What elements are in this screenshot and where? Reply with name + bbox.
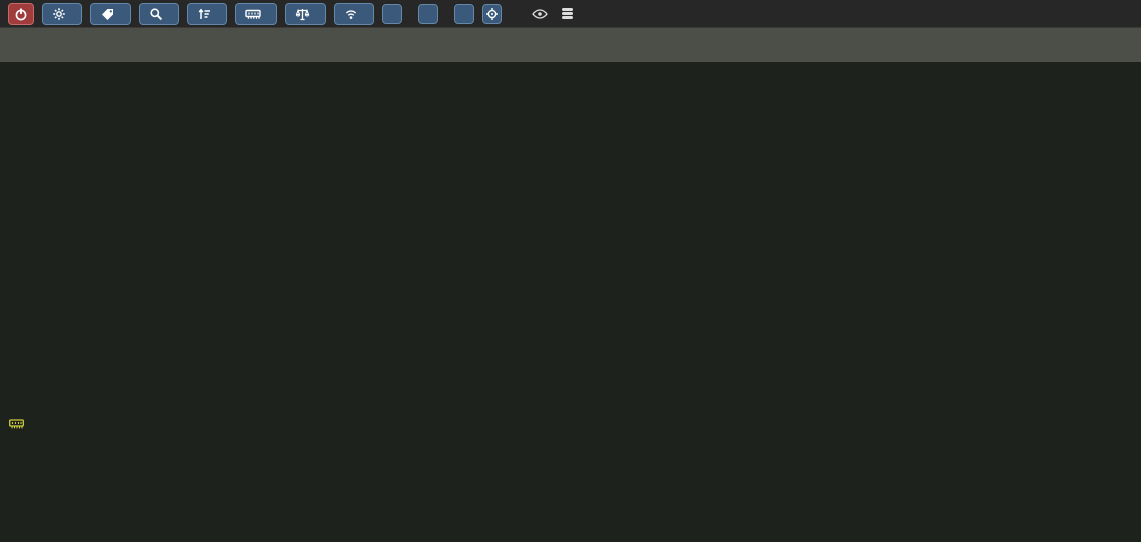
timeline-area[interactable] (0, 0, 1141, 542)
tracy-profiler-window (0, 0, 1141, 542)
ram-icon (9, 419, 24, 430)
section-header-memory[interactable] (4, 419, 34, 430)
